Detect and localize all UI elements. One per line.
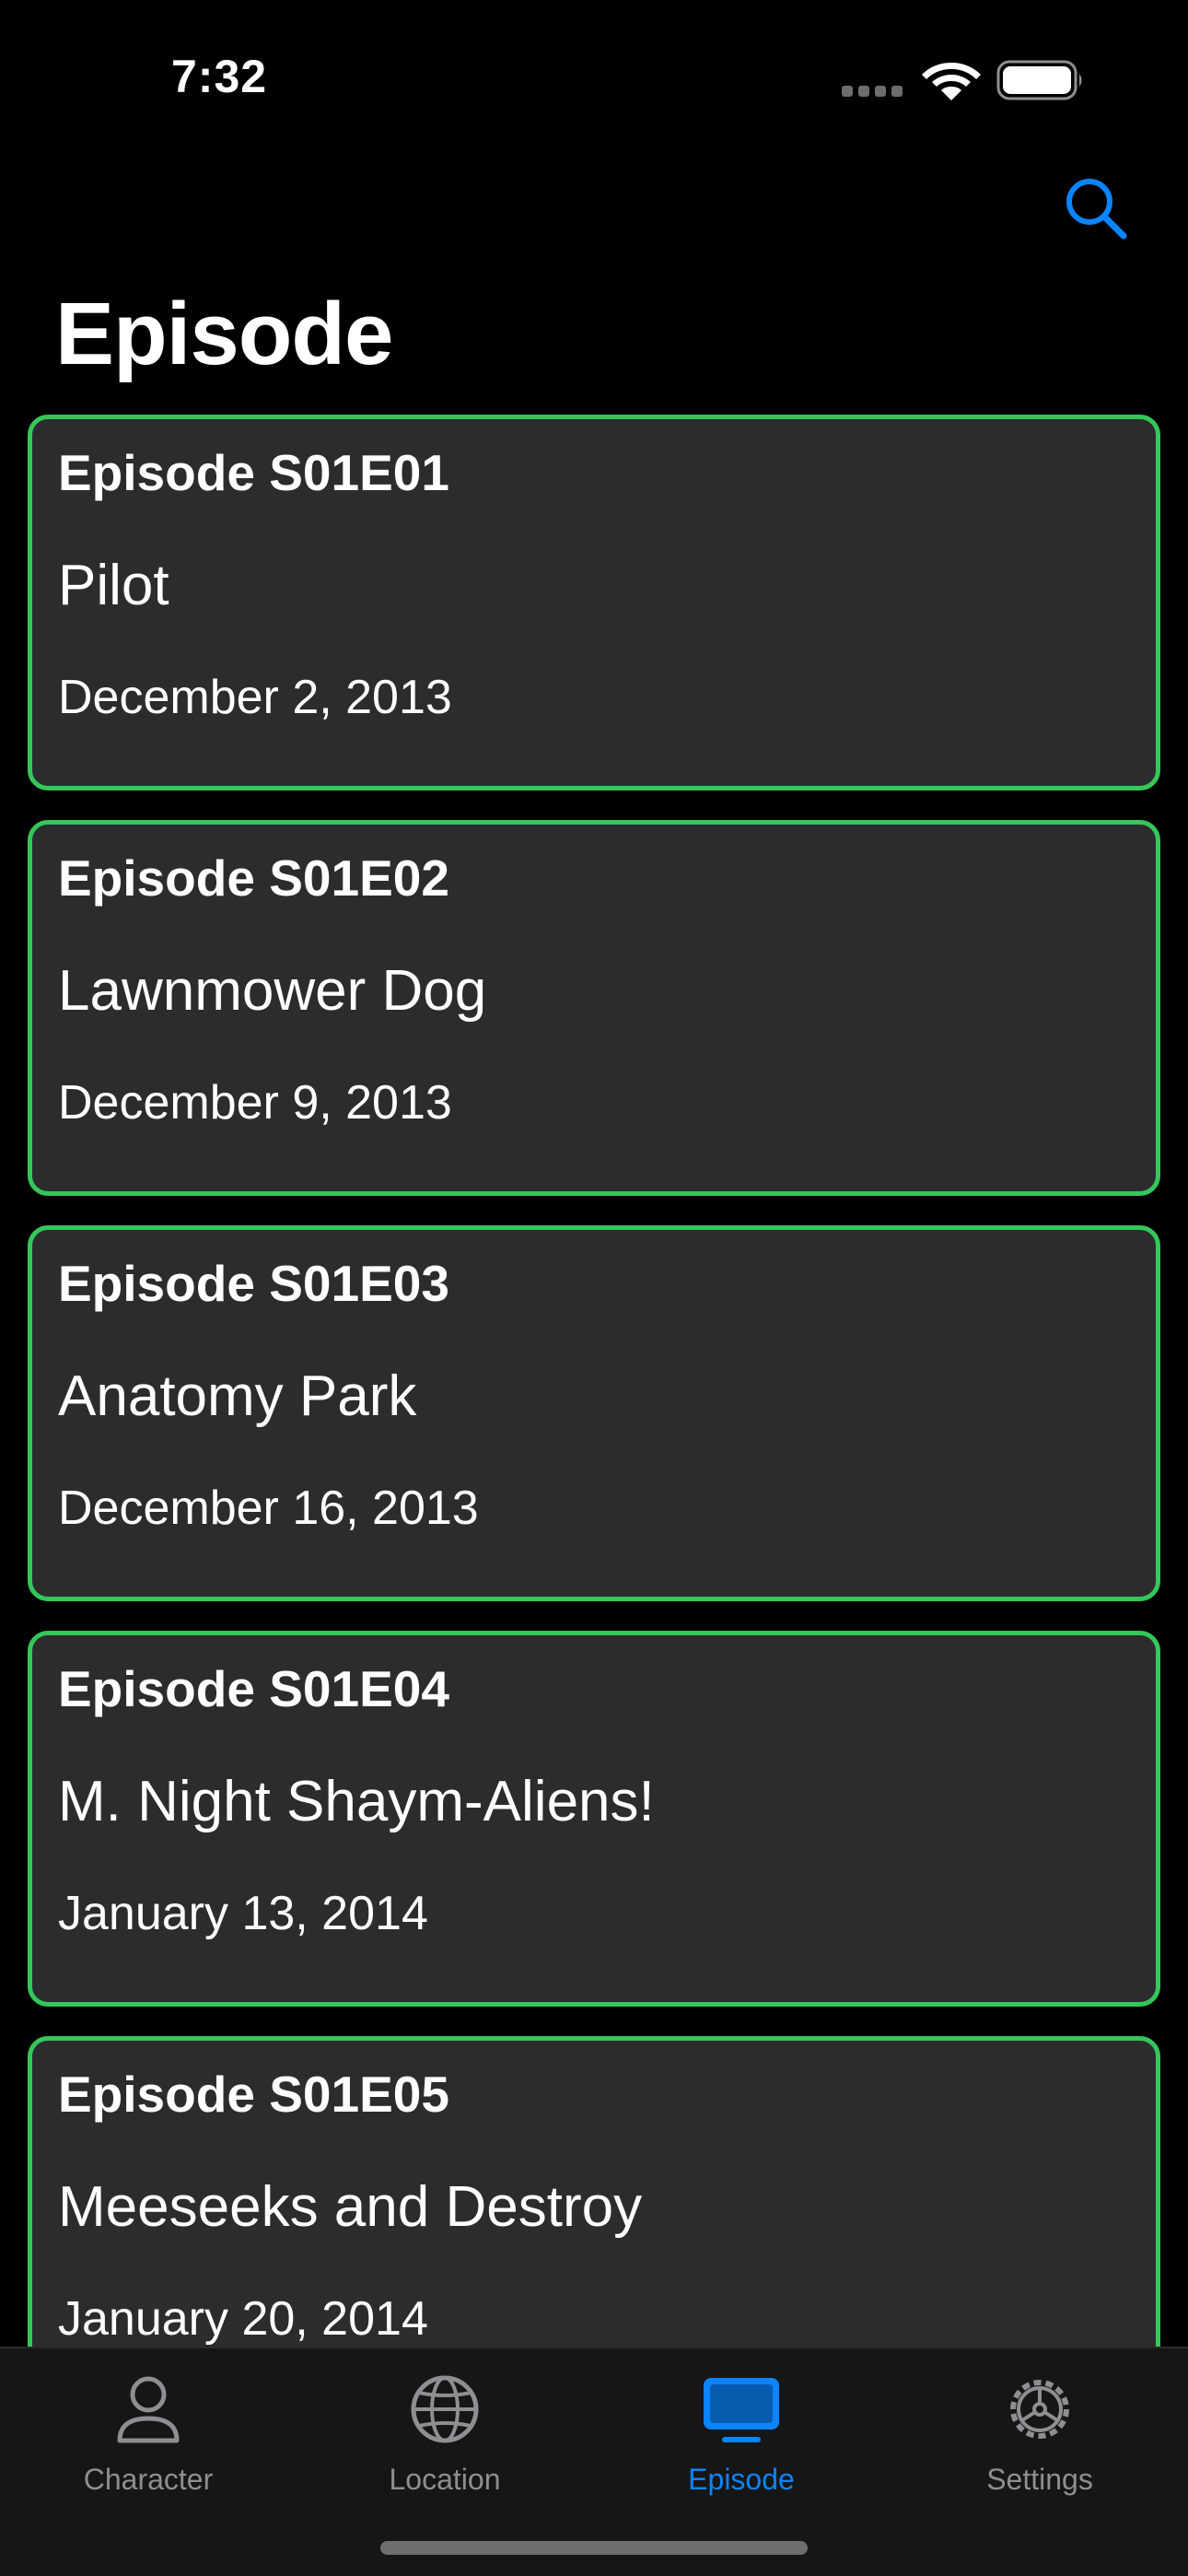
tab-label: Character — [83, 2463, 214, 2496]
tab-settings[interactable]: Settings — [891, 2348, 1188, 2533]
app-screen: 7:32 Episode Episode S01E01 Pilot Decemb… — [0, 0, 1188, 2576]
episode-air-date: January 13, 2014 — [58, 1887, 428, 1940]
episode-code: Episode S01E05 — [58, 2066, 449, 2123]
episode-list[interactable]: Episode S01E01 Pilot December 2, 2013 Ep… — [0, 415, 1188, 2349]
episode-air-date: December 16, 2013 — [58, 1481, 479, 1535]
search-icon — [1066, 179, 1127, 240]
episode-name: Pilot — [58, 554, 169, 617]
episode-card[interactable]: Episode S01E04 M. Night Shaym-Aliens! Ja… — [28, 1631, 1160, 2007]
globe-icon — [411, 2375, 479, 2443]
cellular-signal-icon — [842, 86, 904, 99]
wifi-icon — [922, 63, 981, 100]
episode-code: Episode S01E04 — [58, 1660, 449, 1717]
gear-icon — [1010, 2380, 1069, 2439]
episode-name: Meeseeks and Destroy — [58, 2175, 643, 2239]
episode-card[interactable]: Episode S01E01 Pilot December 2, 2013 — [28, 415, 1160, 790]
tv-icon — [704, 2378, 779, 2442]
episode-card[interactable]: Episode S01E03 Anatomy Park December 16,… — [28, 1225, 1160, 1601]
episode-air-date: December 2, 2013 — [58, 671, 452, 724]
episode-name: Lawnmower Dog — [58, 959, 487, 1023]
episode-card[interactable]: Episode S01E02 Lawnmower Dog December 9,… — [28, 820, 1160, 1196]
tab-label: Episode — [688, 2463, 795, 2496]
episode-code: Episode S01E02 — [58, 849, 449, 907]
status-time: 7:32 — [171, 51, 268, 102]
episode-name: M. Night Shaym-Aliens! — [58, 1770, 655, 1833]
episode-card[interactable]: Episode S01E05 Meeseeks and Destroy Janu… — [28, 2036, 1160, 2349]
episode-air-date: December 9, 2013 — [58, 1076, 452, 1130]
tab-character[interactable]: Character — [0, 2348, 297, 2533]
person-icon — [117, 2376, 180, 2443]
episode-code: Episode S01E01 — [58, 444, 449, 501]
tab-label: Settings — [986, 2463, 1093, 2496]
tab-location[interactable]: Location — [297, 2348, 593, 2533]
search-button[interactable] — [1063, 175, 1129, 241]
tab-episode[interactable]: Episode — [593, 2348, 890, 2533]
battery-icon — [996, 60, 1082, 100]
episode-code: Episode S01E03 — [58, 1255, 449, 1312]
episode-air-date: January 20, 2014 — [58, 2292, 428, 2346]
home-indicator[interactable] — [380, 2541, 808, 2555]
tab-label: Location — [389, 2463, 501, 2496]
status-bar: 7:32 — [0, 0, 1188, 157]
page-title: Episode — [55, 285, 393, 383]
episode-name: Anatomy Park — [58, 1364, 417, 1428]
